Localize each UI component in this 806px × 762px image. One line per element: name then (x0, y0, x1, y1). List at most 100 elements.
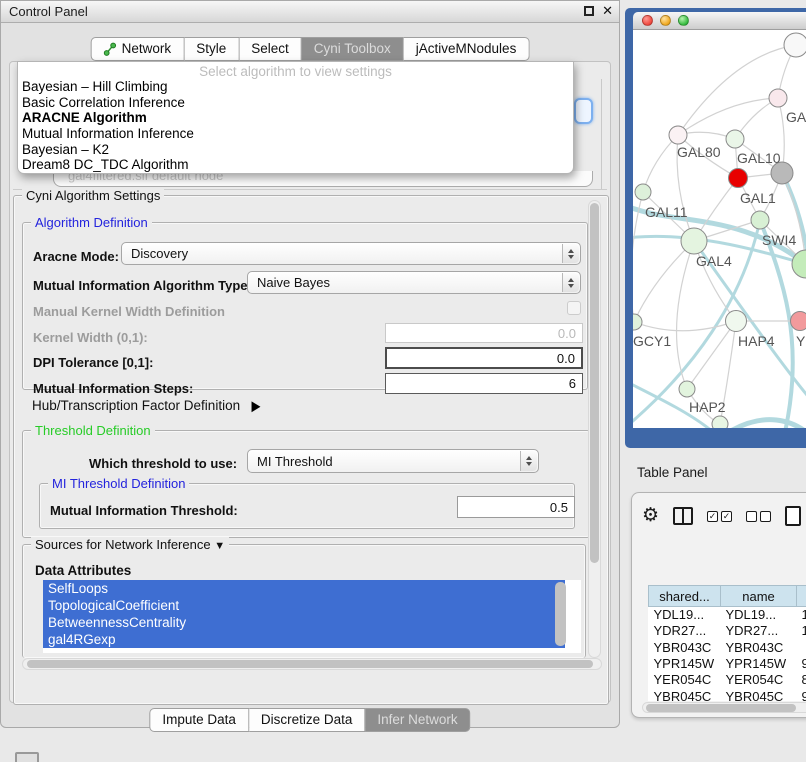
select-all-icon[interactable]: ✓✓ (707, 511, 732, 522)
node-gal4[interactable] (681, 228, 707, 254)
gear-icon[interactable]: ⚙ (642, 506, 659, 526)
group-title: Cyni Algorithm Settings (22, 188, 164, 203)
minimize-traffic-icon[interactable] (660, 15, 671, 26)
aracne-mode-combobox[interactable]: Discovery (121, 242, 581, 265)
svg-text:GAL4: GAL4 (696, 253, 732, 269)
network-window-titlebar[interactable] (633, 12, 806, 30)
deselect-all-icon[interactable] (746, 511, 771, 522)
cell-name[interactable]: YBR045C (721, 688, 797, 701)
node-unlabeled[interactable] (784, 33, 806, 57)
table-toolbar: ⚙ ✓✓ (642, 503, 801, 529)
control-panel-titlebar[interactable]: Control Panel ✕ (1, 1, 619, 23)
cell-value[interactable]: 13 (797, 607, 806, 623)
table-row[interactable]: YBR045C YBR045C 9. (649, 688, 806, 701)
cell-name[interactable]: YDL19... (721, 607, 797, 623)
list-scrollbar-thumb[interactable] (555, 582, 566, 646)
settings-horizontal-scrollbar[interactable] (22, 658, 602, 670)
sources-group: Sources for Network Inference ▼ Data Att… (22, 544, 586, 658)
cell-value[interactable]: 12 (797, 623, 806, 639)
tab-label: Network (122, 41, 172, 56)
dropdown-item[interactable]: Mutual Information Inference (18, 126, 573, 142)
table-row[interactable]: YER054C YER054C 8. (649, 672, 806, 688)
mi-type-label: Mutual Information Algorithm Type: (33, 278, 252, 293)
tab-style[interactable]: Style (184, 37, 239, 61)
close-icon[interactable]: ✕ (602, 4, 613, 18)
network-canvas[interactable]: GAL GAL80 GAL10 GAL1 SWI4 GAL11 GAL4 GCY… (633, 30, 806, 428)
close-traffic-icon[interactable] (642, 15, 653, 26)
table-row[interactable]: YPR145W YPR145W 9. (649, 655, 806, 671)
tab-cyni-toolbox[interactable]: Cyni Toolbox (302, 37, 404, 61)
column-header-shared[interactable]: shared... (649, 586, 721, 607)
tab-discretize-data[interactable]: Discretize Data (249, 708, 366, 732)
dropdown-item[interactable]: Dream8 DC_TDC Algorithm (18, 157, 573, 173)
cell-shared-name[interactable]: YDR27... (649, 623, 721, 639)
data-attributes-list: SelfLoopsTopologicalCoefficientBetweenne… (43, 580, 581, 653)
float-window-icon[interactable] (584, 6, 594, 16)
column-header-cut[interactable] (797, 586, 806, 607)
dropdown-item[interactable]: ARACNE Algorithm (18, 110, 573, 126)
attribute-list-item[interactable]: SelfLoops (43, 580, 565, 597)
which-threshold-combobox[interactable]: MI Threshold (247, 449, 539, 473)
tab-select[interactable]: Select (239, 37, 302, 61)
node-gal10[interactable] (726, 130, 744, 148)
chevron-down-icon[interactable]: ▼ (214, 540, 225, 552)
file-icon[interactable] (785, 506, 801, 526)
cell-value[interactable]: 8. (797, 672, 806, 688)
node-gal-cut[interactable] (769, 89, 787, 107)
cell-name[interactable]: YDR27... (721, 623, 797, 639)
node-gal1[interactable] (729, 169, 748, 188)
cell-name[interactable]: YER054C (721, 672, 797, 688)
split-columns-icon[interactable] (673, 507, 693, 525)
dropdown-item[interactable]: Basic Correlation Inference (18, 95, 573, 111)
dropdown-item[interactable]: Bayesian – K2 (18, 142, 573, 158)
attribute-list-item[interactable]: gal4RGexp (43, 631, 565, 648)
mi-threshold-field[interactable]: 0.5 (457, 496, 575, 518)
node-hap4[interactable] (726, 311, 747, 332)
node-hap2[interactable] (679, 381, 695, 397)
dpi-tolerance-label: DPI Tolerance [0,1]: (33, 355, 153, 370)
node-gal11[interactable] (635, 184, 651, 200)
cell-shared-name[interactable]: YBR043C (649, 639, 721, 655)
column-header-name[interactable]: name (721, 586, 797, 607)
settings-vertical-scrollbar[interactable] (588, 200, 601, 658)
algorithm-combobox-fragment[interactable] (574, 98, 593, 124)
cell-shared-name[interactable]: YPR145W (649, 655, 721, 671)
cell-value[interactable]: 9. (797, 688, 806, 701)
cell-shared-name[interactable]: YBR045C (649, 688, 721, 701)
mi-algorithm-type-combobox[interactable]: Naive Bayes (247, 271, 581, 294)
scrollbar-thumb[interactable] (590, 203, 599, 563)
node-salmon[interactable] (791, 312, 806, 331)
tab-network[interactable]: Network (91, 37, 185, 61)
cell-value[interactable] (797, 639, 806, 655)
zoom-traffic-icon[interactable] (678, 15, 689, 26)
cell-shared-name[interactable]: YER054C (649, 672, 721, 688)
table-row[interactable]: YBR043C YBR043C (649, 639, 806, 655)
dropdown-item[interactable]: Bayesian – Hill Climbing (18, 79, 573, 95)
tab-jactivemnodules[interactable]: jActiveMNodules (404, 37, 530, 61)
mi-steps-field[interactable]: 6 (385, 373, 583, 394)
table-row[interactable]: YDR27... YDR27... 12 (649, 623, 806, 639)
tab-impute-data[interactable]: Impute Data (149, 708, 249, 732)
table-row[interactable]: YDL19... YDL19... 13 (649, 607, 806, 623)
cell-shared-name[interactable]: YDL19... (649, 607, 721, 623)
table-horizontal-scrollbar[interactable] (642, 702, 806, 713)
node-gal80[interactable] (669, 126, 687, 144)
attribute-list-item[interactable]: BetweennessCentrality (43, 614, 565, 631)
tab-infer-network[interactable]: Infer Network (365, 708, 470, 732)
cell-value[interactable]: 9. (797, 655, 806, 671)
node-gcy1[interactable] (633, 314, 642, 330)
manual-kernel-checkbox[interactable] (567, 301, 581, 315)
group-title: MI Threshold Definition (48, 476, 189, 491)
dpi-tolerance-field[interactable]: 0.0 (385, 347, 583, 369)
node-swi4[interactable] (751, 211, 769, 229)
kernel-width-field[interactable]: 0.0 (385, 323, 583, 343)
cell-name[interactable]: YBR043C (721, 639, 797, 655)
manual-kernel-label: Manual Kernel Width Definition (33, 304, 225, 319)
tab-label: Discretize Data (261, 712, 353, 727)
scrollbar-thumb[interactable] (646, 704, 796, 712)
cell-name[interactable]: YPR145W (721, 655, 797, 671)
scrollbar-thumb[interactable] (27, 660, 593, 668)
hub-factor-expander[interactable]: Hub/Transcription Factor Definition ▶ (32, 398, 261, 414)
node-bottom[interactable] (712, 416, 728, 428)
attribute-list-item[interactable]: TopologicalCoefficient (43, 597, 565, 614)
